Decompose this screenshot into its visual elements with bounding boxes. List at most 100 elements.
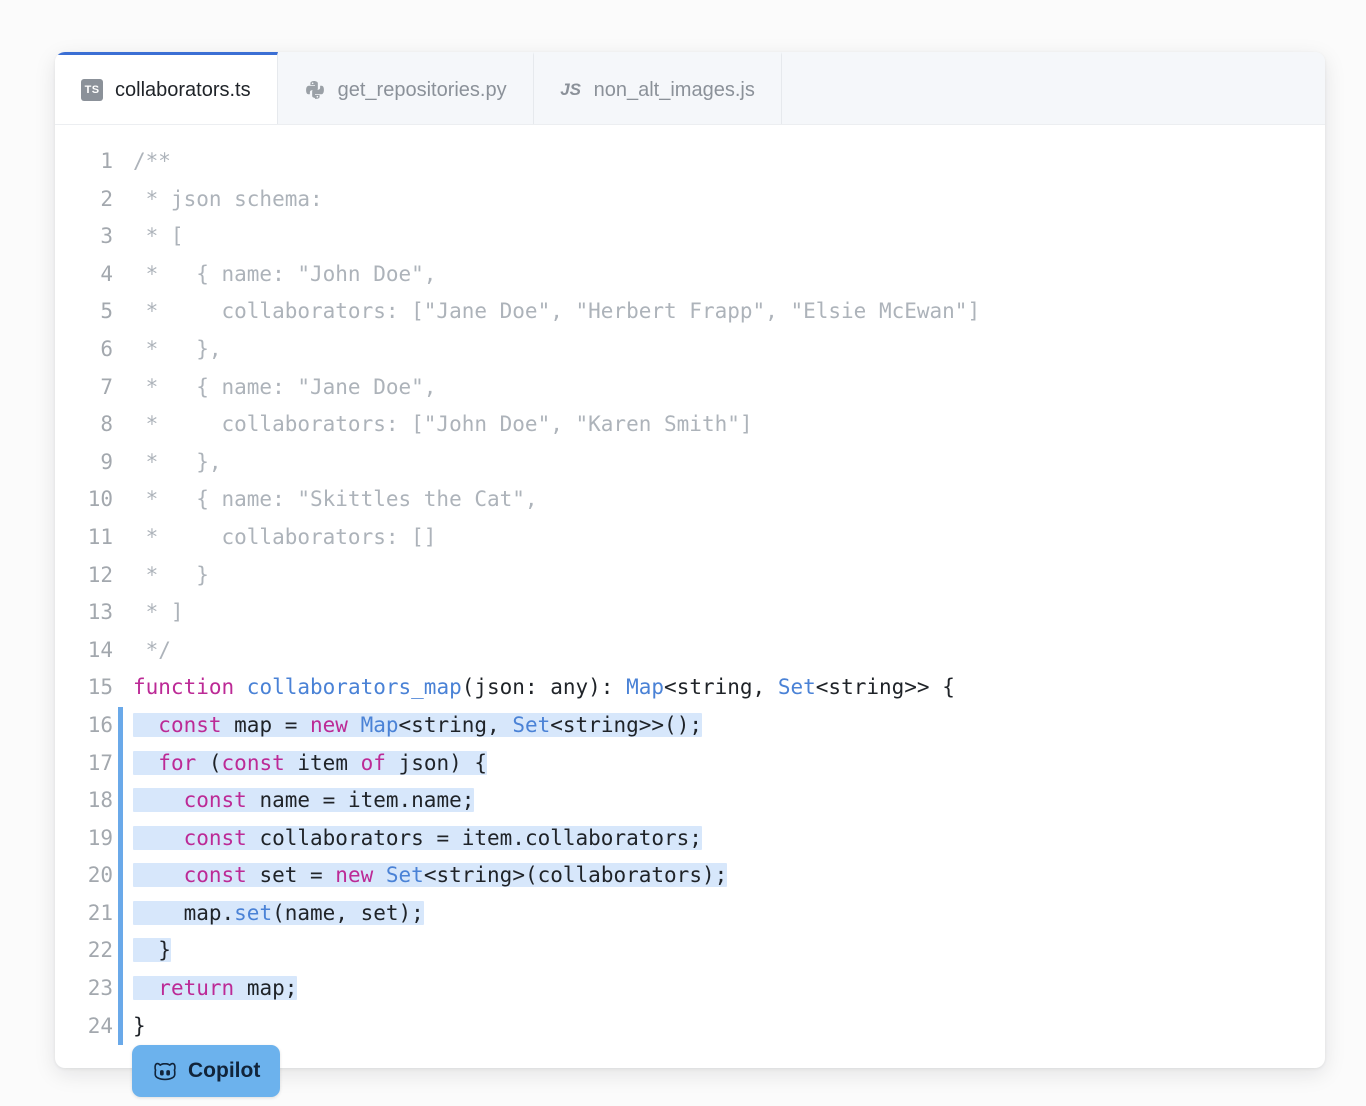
token: of [361,751,399,775]
line-number: 8 [55,406,113,444]
token: Set [386,863,424,887]
code-line[interactable]: 9 * }, [55,444,1325,482]
token: const [184,788,260,812]
copilot-icon [152,1058,178,1084]
code-line-text[interactable]: const set = new Set<string>(collaborator… [113,857,727,895]
token: * }, [133,450,222,474]
javascript-file-icon: JS [560,79,582,101]
tab-collaborators-ts[interactable]: TScollaborators.ts [55,52,278,124]
code-line[interactable]: 8 * collaborators: ["John Doe", "Karen S… [55,406,1325,444]
code-line[interactable]: 18 const name = item.name; [55,782,1325,820]
code-line[interactable]: 3 * [ [55,218,1325,256]
code-line-text[interactable]: * }, [113,331,222,369]
code-line-text[interactable]: const collaborators = item.collaborators… [113,820,702,858]
token: * collaborators: [] [133,525,436,549]
python-file-icon [304,79,326,101]
code-line[interactable]: 2 * json schema: [55,181,1325,219]
token: Set [512,713,550,737]
code-line[interactable]: 22 } [55,932,1325,970]
token: <string>>(); [550,713,702,737]
code-line-text[interactable]: const name = item.name; [113,782,474,820]
copilot-button[interactable]: Copilot [132,1045,280,1097]
code-line-text[interactable]: * json schema: [113,181,323,219]
line-number: 17 [55,745,113,783]
code-line[interactable]: 16 const map = new Map<string, Set<strin… [55,707,1325,745]
code-line[interactable]: 6 * }, [55,331,1325,369]
code-line[interactable]: 21 map.set(name, set); [55,895,1325,933]
token [133,713,158,737]
line-number: 2 [55,181,113,219]
token: name = item.name; [259,788,474,812]
code-line[interactable]: 19 const collaborators = item.collaborat… [55,820,1325,858]
code-line-text[interactable]: * }, [113,444,222,482]
token: * ] [133,600,184,624]
token: Map [361,713,399,737]
code-editor-content[interactable]: 1/**2 * json schema:3 * [4 * { name: "Jo… [55,125,1325,1045]
code-line-text[interactable]: /** [113,143,171,181]
token: } [133,1014,146,1038]
code-line-text[interactable]: */ [113,632,171,670]
tab-get-repositories-py[interactable]: get_repositories.py [278,52,534,124]
code-line[interactable]: 5 * collaborators: ["Jane Doe", "Herbert… [55,293,1325,331]
token: * collaborators: ["John Doe", "Karen Smi… [133,412,753,436]
token: set [234,901,272,925]
code-line-text[interactable]: } [113,932,171,970]
code-line-text[interactable]: return map; [113,970,297,1008]
line-number: 5 [55,293,113,331]
code-line-text[interactable]: * ] [113,594,184,632]
code-line[interactable]: 10 * { name: "Skittles the Cat", [55,481,1325,519]
line-number: 22 [55,932,113,970]
code-line-text[interactable]: * { name: "Jane Doe", [113,369,436,407]
code-line[interactable]: 12 * } [55,557,1325,595]
tab-label: get_repositories.py [338,80,507,100]
token: map. [133,901,234,925]
code-line-text[interactable]: function collaborators_map(json: any): M… [113,669,955,707]
tab-non-alt-images-js[interactable]: JS non_alt_images.js [534,52,782,124]
tab-label: collaborators.ts [115,80,251,100]
line-number: 24 [55,1008,113,1046]
line-number: 3 [55,218,113,256]
token: Set [778,675,816,699]
token: ( [209,751,222,775]
code-line-text[interactable]: for (const item of json) { [113,745,487,783]
code-line[interactable]: 7 * { name: "Jane Doe", [55,369,1325,407]
code-line-text[interactable]: * collaborators: [] [113,519,436,557]
code-line-text[interactable]: } [113,1008,146,1046]
tab-bar-empty-space [782,52,1325,124]
token: * { name: "Skittles the Cat", [133,487,538,511]
token: */ [133,638,171,662]
code-line-text[interactable]: * { name: "John Doe", [113,256,436,294]
token: for [158,751,209,775]
code-line[interactable]: 11 * collaborators: [] [55,519,1325,557]
code-line[interactable]: 20 const set = new Set<string>(collabora… [55,857,1325,895]
line-number: 12 [55,557,113,595]
line-number: 10 [55,481,113,519]
token: map; [247,976,298,1000]
code-line-text[interactable]: * [ [113,218,184,256]
code-line-text[interactable]: * { name: "Skittles the Cat", [113,481,538,519]
code-line-text[interactable]: map.set(name, set); [113,895,424,933]
line-number: 9 [55,444,113,482]
code-line-text[interactable]: * collaborators: ["Jane Doe", "Herbert F… [113,293,980,331]
code-line[interactable]: 13 * ] [55,594,1325,632]
token: function [133,675,247,699]
code-line[interactable]: 17 for (const item of json) { [55,745,1325,783]
code-line[interactable]: 15function collaborators_map(json: any):… [55,669,1325,707]
line-number: 15 [55,669,113,707]
code-line-text[interactable]: * } [113,557,209,595]
token: const [184,826,260,850]
code-line-text[interactable]: const map = new Map<string, Set<string>>… [113,707,702,745]
code-line[interactable]: 4 * { name: "John Doe", [55,256,1325,294]
line-number: 4 [55,256,113,294]
code-line[interactable]: 14 */ [55,632,1325,670]
token: * { name: "John Doe", [133,262,436,286]
code-line[interactable]: 1/** [55,143,1325,181]
code-line-text[interactable]: * collaborators: ["John Doe", "Karen Smi… [113,406,753,444]
token: map = [234,713,310,737]
code-line[interactable]: 23 return map; [55,970,1325,1008]
token: (name, set); [272,901,424,925]
tab-label: non_alt_images.js [594,80,755,100]
token: new [310,713,361,737]
token [133,863,184,887]
code-line[interactable]: 24} [55,1008,1325,1046]
